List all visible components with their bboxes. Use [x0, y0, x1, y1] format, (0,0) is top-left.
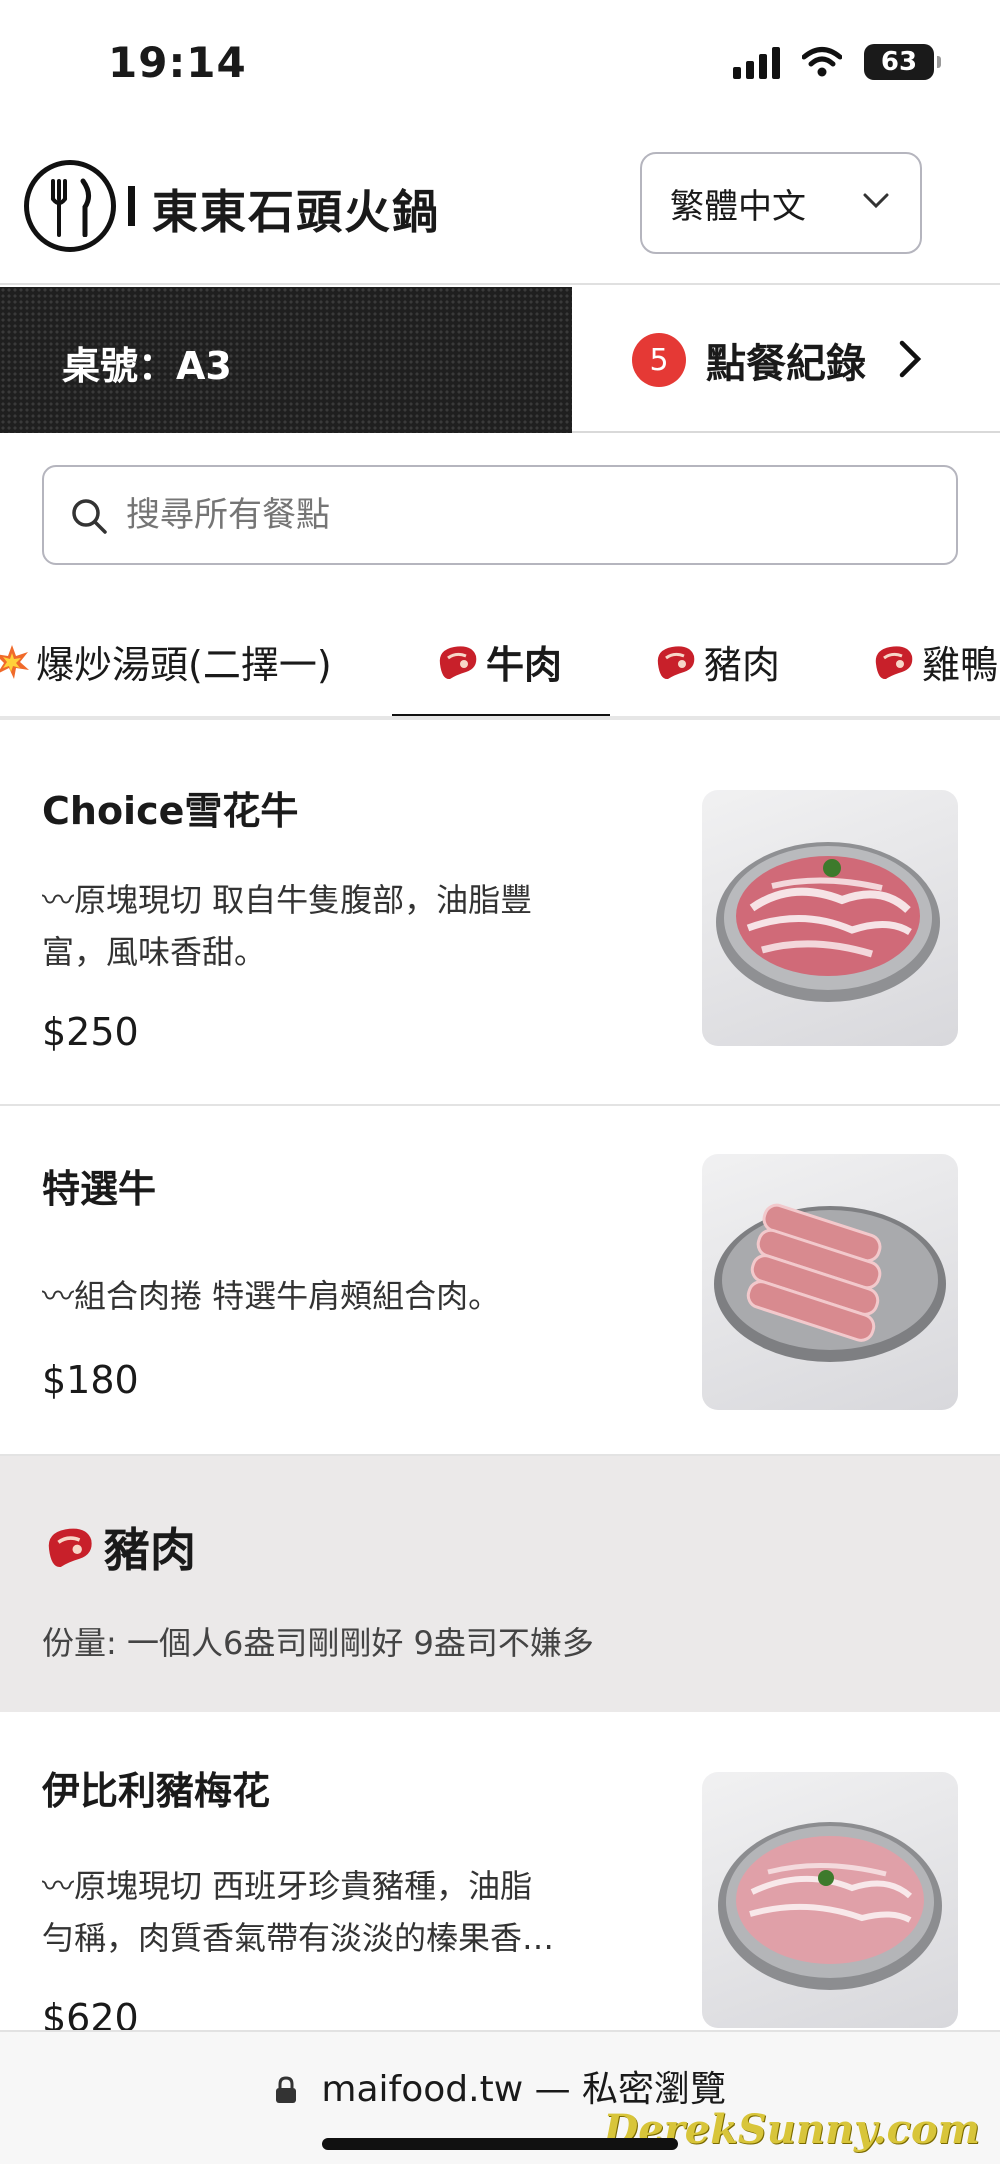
search-box[interactable]: [42, 465, 958, 565]
tab-pork[interactable]: 豬肉: [652, 634, 780, 689]
browser-address-bar[interactable]: maifood.tw — 私密瀏覽 DerekSunny.com: [0, 2030, 1000, 2164]
tab-label: 爆炒湯頭(二擇一): [36, 643, 332, 687]
table-number-panel: 桌號：A3: [0, 287, 572, 433]
home-indicator[interactable]: [322, 2138, 678, 2150]
status-time: 19:14: [108, 38, 247, 87]
item-description-line: 勻稱，肉質香氣帶有淡淡的榛果香…: [42, 1919, 555, 1957]
cellular-signal-icon: [733, 45, 780, 79]
item-description: 〰原塊現切 西班牙珍貴豬種，油脂 勻稱，肉質香氣帶有淡淡的榛果香…: [42, 1860, 642, 1964]
category-tabs: 爆炒湯頭(二擇一) 牛肉 豬肉 雞鴨: [0, 610, 1000, 720]
battery-icon: 63: [864, 44, 941, 80]
language-select-value: 繁體中文: [670, 186, 806, 227]
tab-label: 豬肉: [704, 643, 781, 687]
tab-label: 雞鴨: [922, 643, 999, 687]
active-tab-indicator: [392, 714, 610, 716]
meat-icon: [48, 1528, 92, 1568]
item-price: $620: [42, 1996, 139, 2030]
table-number: 桌號：A3: [62, 344, 232, 388]
beef-rolls-image: [702, 1154, 958, 1410]
item-description-line: 富，風味香甜。: [42, 933, 267, 971]
tab-poultry[interactable]: 雞鴨: [870, 634, 998, 689]
table-bar: 桌號：A3 5 點餐紀錄: [0, 287, 1000, 433]
section-title: 豬肉: [42, 1514, 196, 1580]
meat-icon: [657, 645, 695, 679]
item-price: $250: [42, 1010, 139, 1054]
item-description-line: 〰組合肉捲 特選牛肩頰組合肉。: [42, 1277, 501, 1315]
meat-icon: [439, 645, 477, 679]
search-input[interactable]: [126, 495, 926, 535]
status-bar: 19:14 63: [0, 0, 1000, 130]
restaurant-name: 東東石頭火鍋: [152, 185, 440, 239]
item-name: 特選牛: [42, 1167, 157, 1211]
menu-item-iberico-pork[interactable]: 伊比利豬梅花 〰原塊現切 西班牙珍貴豬種，油脂 勻稱，肉質香氣帶有淡淡的榛果香……: [0, 1712, 1000, 2030]
menu-item-choice-beef[interactable]: Choice雪花牛 〰原塊現切 取自牛隻腹部，油脂豐 富，風味香甜。 $250: [0, 728, 1000, 1106]
app-header: 東東石頭火鍋 繁體中文: [0, 140, 1000, 285]
meat-icon: [875, 645, 913, 679]
item-name: 伊比利豬梅花: [42, 1769, 271, 1813]
menu-item-select-beef[interactable]: 特選牛 〰組合肉捲 特選牛肩頰組合肉。 $180: [0, 1106, 1000, 1456]
order-history-label: 點餐紀錄: [706, 341, 866, 387]
order-count-badge: 5: [632, 333, 686, 387]
logo-divider: [128, 186, 135, 226]
battery-level: 63: [880, 47, 918, 77]
lock-icon: [275, 2076, 296, 2103]
url-display[interactable]: maifood.tw — 私密瀏覽: [0, 2060, 1000, 2112]
tab-soup-base[interactable]: 爆炒湯頭(二擇一): [0, 634, 332, 689]
wifi-icon: [802, 47, 842, 77]
item-description-line: 〰原塊現切 取自牛隻腹部，油脂豐: [42, 881, 533, 919]
item-name: Choice雪花牛: [42, 789, 299, 833]
explosion-icon: [0, 644, 29, 679]
item-description: 〰原塊現切 取自牛隻腹部，油脂豐 富，風味香甜。: [42, 874, 642, 978]
fork-knife-logo-icon: [24, 160, 116, 252]
tab-beef[interactable]: 牛肉: [434, 634, 562, 689]
item-description: 〰組合肉捲 特選牛肩頰組合肉。: [42, 1270, 642, 1322]
item-description-line: 〰原塊現切 西班牙珍貴豬種，油脂: [42, 1867, 533, 1905]
search-icon: [72, 499, 107, 534]
chevron-down-icon: [863, 193, 889, 209]
section-header-pork: 豬肉 份量: 一個人6盎司剛剛好 9盎司不嫌多: [0, 1456, 1000, 1712]
tab-label: 牛肉: [486, 643, 563, 687]
language-select[interactable]: 繁體中文: [640, 152, 922, 254]
pork-slices-image: [702, 1772, 958, 2028]
item-price: $180: [42, 1358, 139, 1402]
section-title-label: 豬肉: [104, 1523, 196, 1577]
chevron-right-icon: [899, 340, 922, 378]
beef-slices-image: [702, 790, 958, 1046]
url-text: maifood.tw — 私密瀏覽: [321, 2069, 727, 2110]
section-portion-note: 份量: 一個人6盎司剛剛好 9盎司不嫌多: [42, 1624, 594, 1662]
status-icons: 63: [733, 44, 941, 80]
